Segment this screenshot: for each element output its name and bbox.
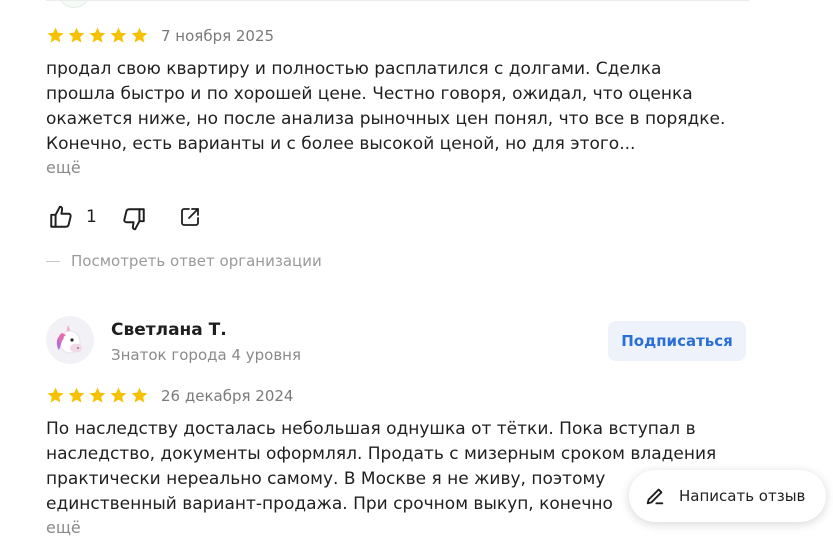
review-text-line: продал свою квартиру и полностью расплат… [46, 59, 662, 79]
author-name[interactable]: Светлана Т. [111, 320, 227, 340]
review-text-line: наследство, документы оформлял. Продать … [46, 444, 717, 464]
like-button[interactable]: 1 [48, 204, 97, 230]
write-review-label: Написать отзыв [679, 487, 806, 505]
rating-stars [46, 26, 149, 45]
star-icon [89, 387, 106, 403]
more-link[interactable]: ещё [46, 518, 81, 537]
share-icon [181, 208, 199, 226]
thumbs-up-icon [50, 205, 72, 228]
star-icon [68, 27, 85, 43]
star-icon [131, 27, 148, 43]
review-text: продал свою квартиру и полностью расплат… [46, 57, 746, 157]
divider [46, 0, 749, 1]
star-icon [131, 387, 148, 403]
review-text-line: прошла быстро и по хорошей цене. Честно … [46, 84, 693, 104]
star-icon [110, 27, 127, 43]
star-icon [47, 387, 64, 403]
dislike-button[interactable] [121, 206, 147, 232]
review-date: 26 декабря 2024 [161, 387, 294, 405]
org-reply-label: Посмотреть ответ организации [71, 252, 322, 270]
like-count: 1 [86, 207, 97, 227]
star-icon [47, 27, 64, 43]
previous-avatar-edge [58, 0, 90, 8]
thumbs-down-icon [123, 208, 145, 231]
dash-divider [46, 261, 60, 262]
review-text-line: Конечно, есть варианты и с более высокой… [46, 134, 636, 154]
review-date: 7 ноября 2025 [161, 27, 275, 45]
star-icon [110, 387, 127, 403]
more-link[interactable]: ещё [46, 158, 81, 177]
pencil-icon [646, 488, 664, 505]
star-icon [89, 27, 106, 43]
review-text-line: По наследству досталась небольшая однушк… [46, 419, 696, 439]
avatar[interactable] [46, 316, 94, 364]
star-icon [68, 387, 85, 403]
author-level: Знаток города 4 уровня [111, 346, 302, 364]
share-button[interactable] [178, 205, 202, 229]
rating-stars [46, 386, 149, 405]
review-text-line: окажется ниже, но после анализа рыночных… [46, 109, 726, 129]
subscribe-button[interactable]: Подписаться [608, 321, 746, 361]
org-reply-link[interactable]: Посмотреть ответ организации [46, 252, 322, 270]
unicorn-icon [56, 325, 82, 354]
write-review-button[interactable]: Написать отзыв [629, 470, 826, 522]
